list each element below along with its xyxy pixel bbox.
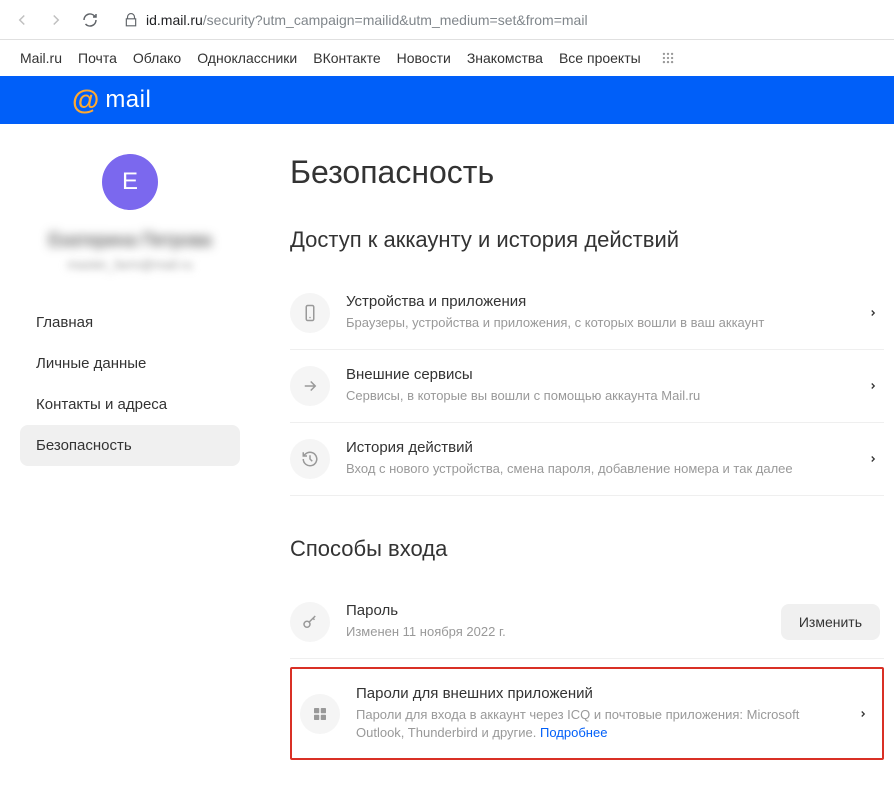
- user-name: Екатерина Петрова: [20, 230, 240, 251]
- sidebar-item-security[interactable]: Безопасность: [20, 425, 240, 466]
- back-button[interactable]: [10, 8, 34, 32]
- top-nav: Mail.ru Почта Облако Одноклассники ВКонт…: [0, 40, 894, 76]
- card-external-subtitle: Сервисы, в которые вы вошли с помощью ак…: [346, 387, 858, 405]
- card-devices[interactable]: Устройства и приложения Браузеры, устрой…: [290, 277, 884, 350]
- url-bar[interactable]: id.mail.ru/security?utm_campaign=mailid&…: [112, 5, 884, 35]
- highlighted-box: Пароли для внешних приложений Пароли для…: [290, 667, 884, 760]
- browser-bar: id.mail.ru/security?utm_campaign=mailid&…: [0, 0, 894, 40]
- topnav-pochta[interactable]: Почта: [78, 50, 117, 66]
- topnav-all-projects[interactable]: Все проекты: [559, 50, 641, 66]
- logo-text: mail: [105, 86, 151, 114]
- topnav-oblako[interactable]: Облако: [133, 50, 181, 66]
- card-password-title: Пароль: [346, 602, 781, 619]
- sidebar-item-home[interactable]: Главная: [20, 302, 240, 343]
- chevron-right-icon: [868, 451, 878, 467]
- url-text: id.mail.ru/security?utm_campaign=mailid&…: [146, 12, 588, 28]
- card-history-title: История действий: [346, 439, 858, 456]
- card-history[interactable]: История действий Вход с нового устройств…: [290, 423, 884, 496]
- section-access-title: Доступ к аккаунту и история действий: [290, 227, 884, 253]
- chevron-right-icon: [858, 706, 868, 722]
- card-external-title: Внешние сервисы: [346, 366, 858, 383]
- card-app-passwords[interactable]: Пароли для внешних приложений Пароли для…: [300, 681, 874, 746]
- change-password-button[interactable]: Изменить: [781, 604, 880, 640]
- card-password-subtitle: Изменен 11 ноября 2022 г.: [346, 623, 781, 641]
- lock-icon: [124, 13, 138, 27]
- phone-icon: [290, 293, 330, 333]
- sidebar: Е Екатерина Петрова master_farm@mail.ru …: [0, 124, 260, 790]
- section-login-title: Способы входа: [290, 536, 884, 562]
- topnav-odnoklassniki[interactable]: Одноклассники: [197, 50, 297, 66]
- key-icon: [290, 602, 330, 642]
- reload-button[interactable]: [78, 8, 102, 32]
- topnav-novosti[interactable]: Новости: [397, 50, 451, 66]
- logo-at-icon: @: [72, 84, 99, 116]
- page-title: Безопасность: [290, 154, 884, 191]
- apps-grid-icon[interactable]: [661, 51, 675, 65]
- card-history-subtitle: Вход с нового устройства, смена пароля, …: [346, 460, 858, 478]
- chevron-right-icon: [868, 305, 878, 321]
- logo[interactable]: @ mail: [72, 84, 151, 116]
- chevron-right-icon: [868, 378, 878, 394]
- topnav-znakomstva[interactable]: Знакомства: [467, 50, 543, 66]
- card-devices-title: Устройства и приложения: [346, 293, 858, 310]
- arrow-right-icon: [290, 366, 330, 406]
- learn-more-link[interactable]: Подробнее: [540, 725, 607, 740]
- card-app-passwords-title: Пароли для внешних приложений: [356, 685, 848, 702]
- card-devices-subtitle: Браузеры, устройства и приложения, с кот…: [346, 314, 858, 332]
- forward-button[interactable]: [44, 8, 68, 32]
- card-external-services[interactable]: Внешние сервисы Сервисы, в которые вы во…: [290, 350, 884, 423]
- card-password[interactable]: Пароль Изменен 11 ноября 2022 г. Изменит…: [290, 586, 884, 659]
- sidebar-item-personal[interactable]: Личные данные: [20, 343, 240, 384]
- main-content: Безопасность Доступ к аккаунту и история…: [260, 124, 894, 790]
- history-icon: [290, 439, 330, 479]
- avatar[interactable]: Е: [102, 154, 158, 210]
- header: @ mail: [0, 76, 894, 124]
- card-app-passwords-subtitle: Пароли для входа в аккаунт через ICQ и п…: [356, 706, 848, 742]
- user-email: master_farm@mail.ru: [20, 257, 240, 272]
- apps-icon: [300, 694, 340, 734]
- topnav-mailru[interactable]: Mail.ru: [20, 50, 62, 66]
- sidebar-item-contacts[interactable]: Контакты и адреса: [20, 384, 240, 425]
- topnav-vkontakte[interactable]: ВКонтакте: [313, 50, 380, 66]
